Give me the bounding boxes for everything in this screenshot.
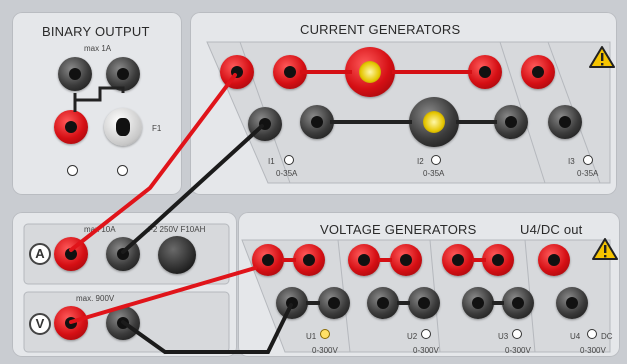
- u-common-jack-1[interactable]: [252, 244, 284, 276]
- i3-led: [583, 155, 593, 165]
- voltmeter-common-jack[interactable]: [106, 306, 140, 340]
- fuse-icon[interactable]: [104, 108, 142, 146]
- u4-label: U4: [570, 332, 581, 341]
- i3-jack[interactable]: [521, 55, 555, 89]
- i3-label: I3: [568, 157, 575, 166]
- binary-output-title: BINARY OUTPUT: [42, 24, 150, 39]
- voltmeter-max-label: max. 900V: [76, 294, 115, 303]
- voltmeter-input-jack[interactable]: [54, 306, 88, 340]
- binary-output-jack-1[interactable]: [58, 57, 92, 91]
- voltage-generators-title: VOLTAGE GENERATORS: [320, 222, 477, 237]
- i1-label: I1: [268, 157, 275, 166]
- ammeter-symbol: A: [35, 246, 45, 261]
- u1-return-jack[interactable]: [318, 287, 350, 319]
- current-common-return-jack[interactable]: [248, 107, 282, 141]
- i2-range: 0-35A: [423, 169, 445, 178]
- u1-range: 0-300V: [312, 346, 338, 355]
- current-common-jack[interactable]: [220, 55, 254, 89]
- u3-jack-a[interactable]: [442, 244, 474, 276]
- binary-output-jack-3[interactable]: [54, 110, 88, 144]
- ammeter-common-jack[interactable]: [106, 237, 140, 271]
- i1-jack[interactable]: [273, 55, 307, 89]
- u4-return-jack[interactable]: [556, 287, 588, 319]
- u4-jack[interactable]: [538, 244, 570, 276]
- u3-return-jack-a[interactable]: [462, 287, 494, 319]
- ammeter-input-jack[interactable]: [54, 237, 88, 271]
- u3-range: 0-300V: [505, 346, 531, 355]
- i1-return-jack[interactable]: [300, 105, 334, 139]
- warning-icon: [592, 238, 618, 260]
- binary-output-led-2: [117, 165, 128, 176]
- u2-return-jack-b[interactable]: [408, 287, 440, 319]
- voltmeter-icon: V: [29, 313, 51, 335]
- fuse-f1-label: F1: [152, 124, 162, 133]
- u3-return-jack-b[interactable]: [502, 287, 534, 319]
- binary-output-max-label: max 1A: [84, 44, 112, 53]
- u2-return-jack-a[interactable]: [367, 287, 399, 319]
- u4-dc-out-title: U4/DC out: [520, 222, 583, 237]
- u4-led: [587, 329, 597, 339]
- u2-jack-b[interactable]: [390, 244, 422, 276]
- i3-return-jack[interactable]: [548, 105, 582, 139]
- i2-return-jack[interactable]: [494, 105, 528, 139]
- i-combined-high-jack[interactable]: [345, 47, 395, 97]
- u4-dc-label: DC: [601, 332, 613, 341]
- i2-led: [431, 155, 441, 165]
- i-combined-low-jack[interactable]: [409, 97, 459, 147]
- u1-jack[interactable]: [293, 244, 325, 276]
- binary-output-jack-2[interactable]: [106, 57, 140, 91]
- u4-range: 0-300V: [580, 346, 606, 355]
- ammeter-icon: A: [29, 243, 51, 265]
- u2-label: U2: [407, 332, 418, 341]
- u3-led: [512, 329, 522, 339]
- warning-icon: [589, 46, 615, 68]
- i3-range: 0-35A: [577, 169, 599, 178]
- i2-jack[interactable]: [468, 55, 502, 89]
- u3-label: U3: [498, 332, 509, 341]
- u1-led: [320, 329, 330, 339]
- binary-output-led-1: [67, 165, 78, 176]
- ammeter-fuse-knob[interactable]: [158, 236, 196, 274]
- u2-jack-a[interactable]: [348, 244, 380, 276]
- u2-range: 0-300V: [413, 346, 439, 355]
- voltmeter-symbol: V: [35, 316, 45, 331]
- current-generators-title: CURRENT GENERATORS: [300, 22, 461, 37]
- i1-led: [284, 155, 294, 165]
- ammeter-fuse-label: F2 250V F10AH: [148, 225, 206, 234]
- u3-jack-b[interactable]: [482, 244, 514, 276]
- ammeter-max-label: max 10A: [84, 225, 116, 234]
- i2-label: I2: [417, 157, 424, 166]
- u-return-jack-1[interactable]: [276, 287, 308, 319]
- u2-led: [421, 329, 431, 339]
- i1-range: 0-35A: [276, 169, 298, 178]
- u1-label: U1: [306, 332, 317, 341]
